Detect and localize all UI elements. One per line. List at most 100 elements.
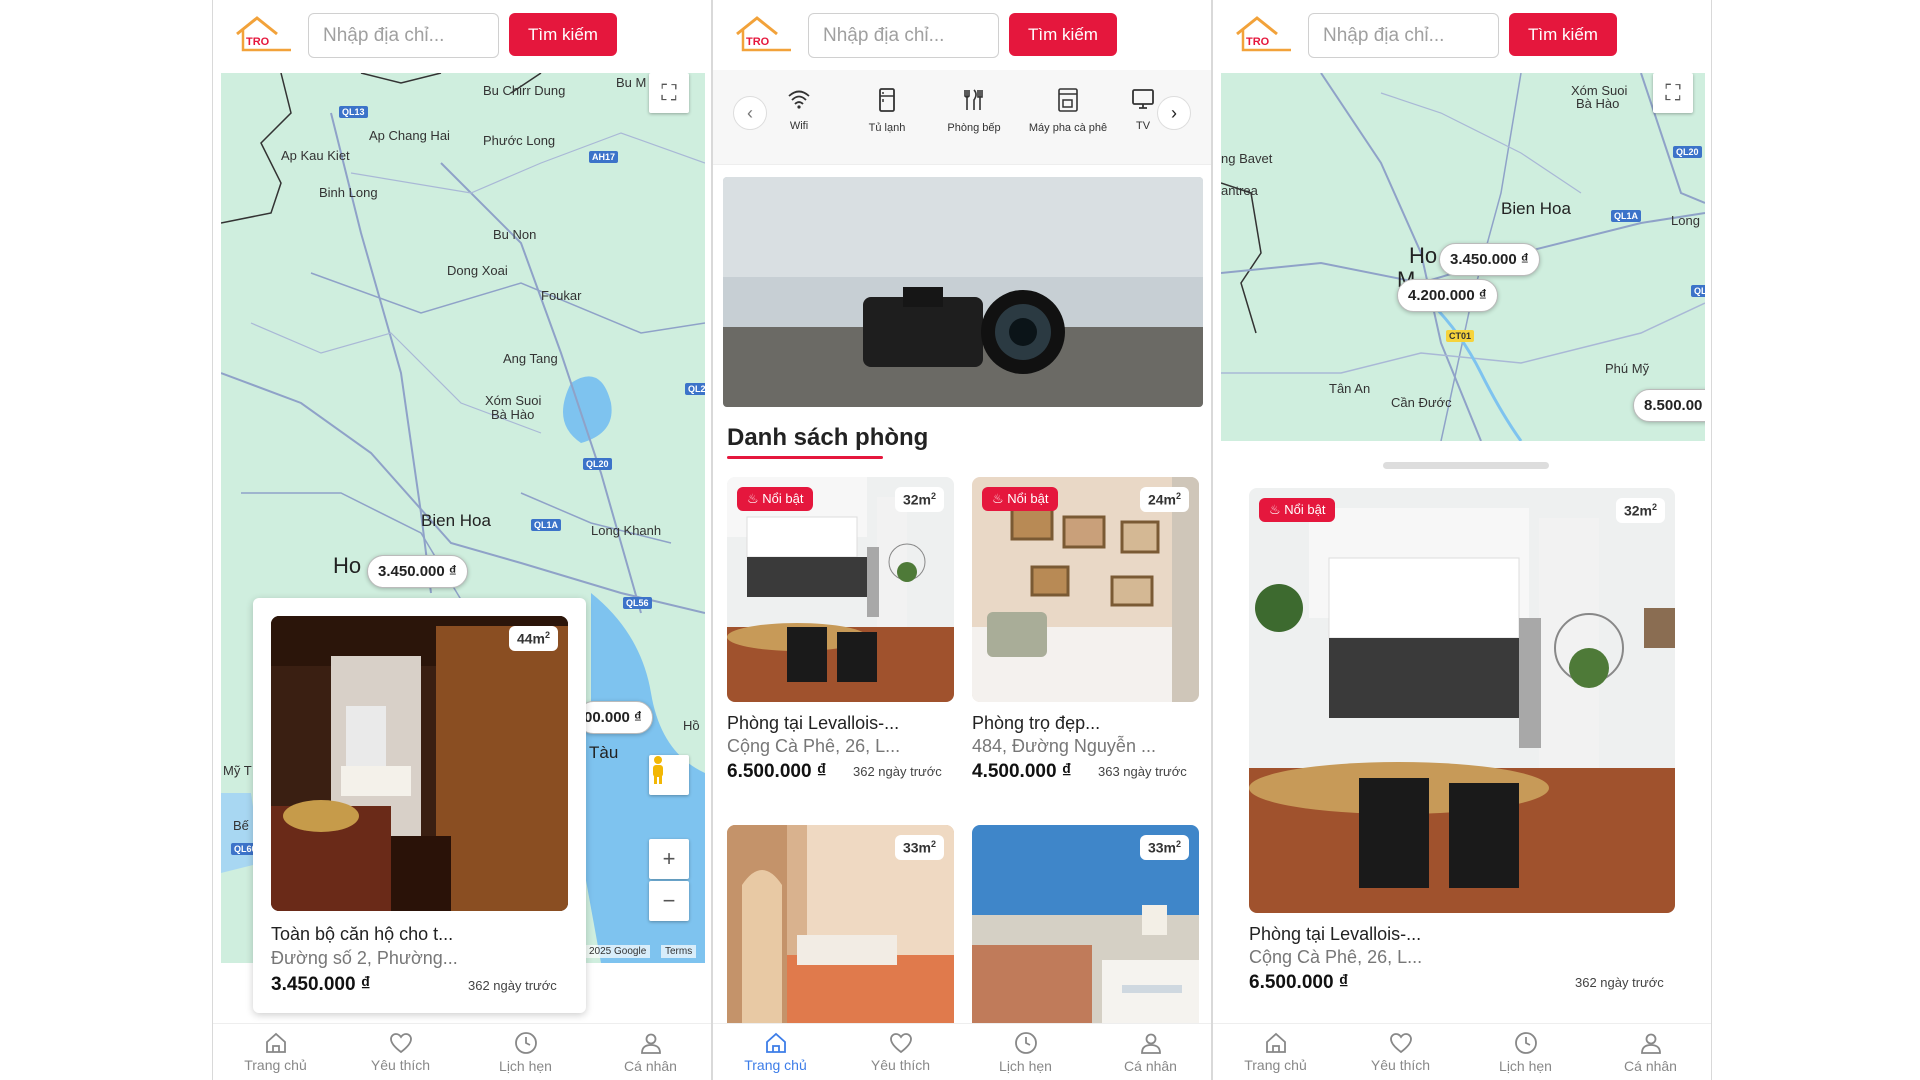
listing-address: Đường số 2, Phường...: [271, 948, 458, 968]
amenity-fridge[interactable]: Tủ lạnh: [857, 88, 917, 134]
fullscreen-icon[interactable]: ⛶: [649, 73, 689, 113]
room-address: 484, Đường Nguyễn ...: [972, 736, 1156, 756]
nav-appointments[interactable]: Lịch hẹn: [463, 1024, 588, 1080]
room-title[interactable]: Phòng tại Levallois-...: [1249, 924, 1421, 945]
area-value: 32m: [1623, 502, 1652, 519]
app-header: TRO Tìm kiếm: [1213, 0, 1711, 70]
amenity-label: Tủ lạnh: [868, 122, 906, 134]
tv-icon: [1132, 89, 1154, 109]
area-badge: 44m2: [508, 626, 558, 651]
area-badge: 33m2: [1139, 835, 1189, 860]
nav-profile[interactable]: Cá nhân: [1088, 1024, 1211, 1080]
nav-appointments[interactable]: Lịch hẹn: [963, 1024, 1088, 1080]
road-badge: QL13: [339, 106, 368, 118]
street-view-pegman-icon[interactable]: [649, 755, 689, 795]
bottom-sheet-handle[interactable]: [1383, 462, 1549, 469]
amenity-wifi[interactable]: Wifi: [769, 88, 829, 132]
price-pin[interactable]: 8.500.00: [1633, 389, 1705, 422]
nav-home-label: Trang chủ: [244, 1056, 307, 1073]
user-icon: [640, 1033, 661, 1054]
area-badge: 32m2: [894, 487, 944, 512]
map-label: Bà Hào: [1576, 96, 1620, 111]
amenity-label: TV: [1135, 120, 1151, 132]
banner-image[interactable]: [723, 177, 1203, 407]
app-logo[interactable]: TRO: [733, 12, 795, 56]
listing-posted-time: 362 ngày trước: [468, 978, 557, 993]
nav-home[interactable]: Trang chủ: [213, 1024, 338, 1080]
room-photo: ♨ Nổi bật 32m2: [1249, 488, 1675, 913]
address-search-input[interactable]: [808, 13, 999, 58]
nav-home[interactable]: Trang chủ: [713, 1024, 838, 1080]
nav-favorites[interactable]: Yêu thích: [338, 1024, 463, 1080]
nav-favorites-label: Yêu thích: [1370, 1056, 1431, 1073]
map-label: ng Bavet: [1221, 151, 1273, 166]
price-pin[interactable]: 3.450.000 ₫: [1439, 243, 1540, 276]
room-title[interactable]: Phòng trọ đẹp...: [972, 713, 1100, 734]
hot-badge: ♨ Nổi bật: [737, 487, 814, 511]
search-button[interactable]: Tìm kiếm: [1009, 13, 1117, 56]
home-icon: [265, 1032, 286, 1053]
map-area[interactable]: Xóm Suoi Bà Hào ng Bavet antrea Bien Hoa…: [1221, 73, 1705, 441]
section-title: Danh sách phòng: [727, 424, 929, 451]
chevron-right-icon[interactable]: ›: [1157, 96, 1191, 130]
map-label: Ap Chang Hai: [369, 128, 450, 143]
logo-text: TRO: [746, 36, 770, 48]
nav-home[interactable]: Trang chủ: [1213, 1024, 1338, 1080]
amenity-kitchen[interactable]: Phòng bếp: [939, 88, 1009, 134]
map-label: Ho: [1409, 243, 1438, 268]
nav-favorites-label: Yêu thích: [370, 1056, 431, 1073]
listing-photo[interactable]: 44m2: [271, 616, 568, 911]
address-search-input[interactable]: [1308, 13, 1499, 58]
map-label: Bu Non: [493, 227, 537, 242]
wifi-icon: [788, 90, 810, 109]
area-unit-sup: 2: [1175, 491, 1181, 501]
search-button[interactable]: Tìm kiếm: [1509, 13, 1617, 56]
room-photo: ♨ Nổi bật 24m2: [972, 477, 1199, 702]
area-unit-sup: 2: [930, 839, 936, 849]
amenity-coffee-machine[interactable]: Máy pha cà phê: [1023, 88, 1113, 134]
map-terms-link[interactable]: Terms: [661, 945, 697, 958]
area-value: 24m: [1147, 491, 1176, 508]
area-value: 33m: [1147, 839, 1176, 856]
price-pin[interactable]: 4.200.000 ₫: [1397, 279, 1498, 312]
room-card[interactable]: ♨ Nổi bật 24m2 Phòng trọ đẹp... 484, Đườ…: [972, 477, 1199, 787]
listing-popup-card[interactable]: 44m2 Toàn bộ căn hộ cho t... Đường số 2,…: [253, 598, 586, 1013]
heart-icon: [389, 1032, 412, 1053]
listing-title[interactable]: Toàn bộ căn hộ cho t...: [271, 924, 453, 945]
nav-appointments[interactable]: Lịch hẹn: [1463, 1024, 1588, 1080]
nav-favorites[interactable]: Yêu thích: [1338, 1024, 1463, 1080]
app-logo[interactable]: TRO: [233, 12, 295, 56]
area-badge: 32m2: [1615, 498, 1665, 523]
room-card[interactable]: 33m2: [727, 825, 954, 1025]
nav-profile[interactable]: Cá nhân: [588, 1024, 711, 1080]
zoom-out-button[interactable]: −: [649, 881, 689, 921]
hot-label: Nổi bật: [1007, 491, 1049, 506]
chevron-left-icon[interactable]: ‹: [733, 96, 767, 130]
room-photo: 33m2: [972, 825, 1199, 1025]
amenity-label: Máy pha cà phê: [1028, 122, 1108, 134]
room-card[interactable]: ♨ Nổi bật 32m2 Phòng tại Levallois-... C…: [1249, 488, 1675, 998]
app-logo[interactable]: TRO: [1233, 12, 1295, 56]
search-button[interactable]: Tìm kiếm: [509, 13, 617, 56]
address-search-input[interactable]: [308, 13, 499, 58]
room-address: Cộng Cà Phê, 26, L...: [727, 736, 901, 756]
fullscreen-icon[interactable]: ⛶: [1653, 73, 1693, 113]
map-label: Ho: [333, 553, 362, 578]
amenity-filter-bar: ‹ Wifi Tủ lạnh Phòng bếp Máy pha cà phê …: [713, 70, 1211, 165]
area-badge: 33m2: [894, 835, 944, 860]
nav-appointments-label: Lịch hẹn: [499, 1057, 552, 1074]
nav-profile[interactable]: Cá nhân: [1588, 1024, 1711, 1080]
price-pin[interactable]: 00.000 ₫: [577, 701, 653, 734]
nav-appointments-label: Lịch hẹn: [999, 1057, 1052, 1074]
room-card[interactable]: 33m2: [972, 825, 1199, 1025]
nav-favorites[interactable]: Yêu thích: [838, 1024, 963, 1080]
map-label: antrea: [1221, 183, 1258, 198]
area-value: 44m: [516, 630, 545, 647]
fridge-icon: [879, 88, 895, 112]
price-pin[interactable]: 3.450.000 ₫: [367, 555, 468, 588]
zoom-in-button[interactable]: +: [649, 839, 689, 879]
map-label: Mỹ T: [223, 763, 252, 778]
room-photo: 33m2: [727, 825, 954, 1025]
room-card[interactable]: ♨ Nổi bật 32m2 Phòng tại Levallois-... C…: [727, 477, 954, 787]
room-title[interactable]: Phòng tại Levallois-...: [727, 713, 899, 734]
